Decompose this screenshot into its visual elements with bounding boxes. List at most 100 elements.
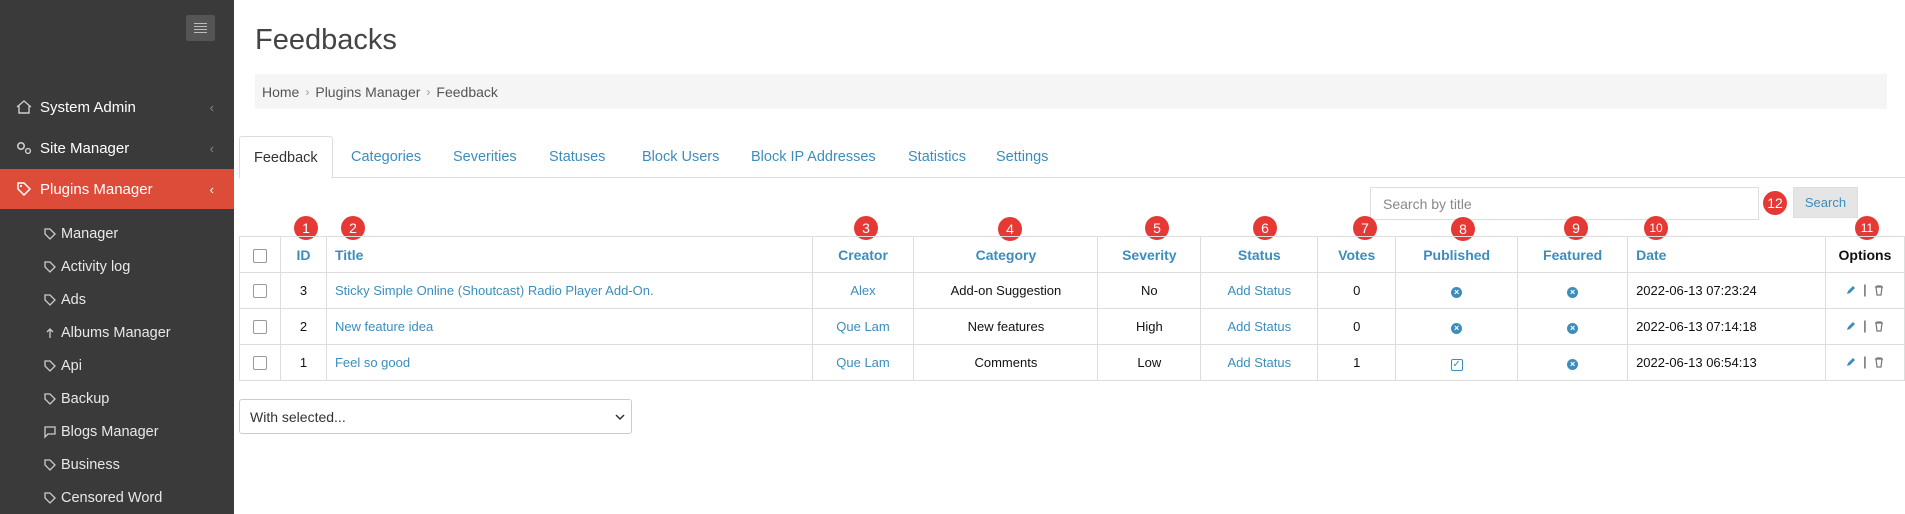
- row-select-cell: [239, 272, 281, 309]
- breadcrumb-plugins-manager[interactable]: Plugins Manager: [315, 84, 420, 100]
- breadcrumb-separator: ›: [426, 84, 431, 99]
- creator-link[interactable]: Que Lam: [836, 319, 889, 334]
- cell-published: ×: [1395, 308, 1519, 345]
- edit-icon[interactable]: [1845, 356, 1857, 368]
- sidebar-item-label: Plugins Manager: [40, 180, 153, 198]
- breadcrumb-home[interactable]: Home: [262, 84, 299, 100]
- column-header-title[interactable]: Title: [325, 236, 813, 273]
- column-header-published[interactable]: Published: [1395, 236, 1519, 273]
- sidebar-subitem-label: Backup: [61, 390, 110, 407]
- sidebar-item-plugins-manager[interactable]: Plugins Manager ‹: [0, 169, 234, 209]
- column-header-creator[interactable]: Creator: [811, 236, 915, 273]
- cell-date: 2022-06-13 07:23:24: [1627, 272, 1826, 309]
- breadcrumb-separator: ›: [305, 84, 310, 99]
- select-all-checkbox[interactable]: [252, 248, 267, 263]
- sidebar-subitem-blogs-manager[interactable]: Blogs Manager: [0, 415, 234, 448]
- feedback-title-link[interactable]: Feel so good: [335, 355, 410, 370]
- x-icon[interactable]: ×: [1567, 359, 1579, 370]
- tab-block-users[interactable]: Block Users: [642, 136, 719, 178]
- add-status-link[interactable]: Add Status: [1227, 319, 1291, 334]
- sidebar-subitem-backup[interactable]: Backup: [0, 382, 234, 415]
- tab-statuses[interactable]: Statuses: [549, 136, 605, 178]
- cell-featured: ×: [1517, 308, 1629, 345]
- x-icon[interactable]: ×: [1567, 287, 1579, 298]
- table-row: 3 Sticky Simple Online (Shoutcast) Radio…: [239, 272, 1905, 309]
- cell-votes: 1: [1317, 344, 1397, 381]
- tab-settings[interactable]: Settings: [996, 136, 1048, 178]
- edit-icon[interactable]: [1845, 284, 1857, 296]
- chevron-left-icon: ‹: [209, 140, 214, 156]
- cell-id: 1: [279, 344, 327, 381]
- sidebar-subitem-business[interactable]: Business: [0, 448, 234, 481]
- tag-icon: [44, 458, 56, 471]
- cell-featured: ×: [1517, 272, 1629, 309]
- tab-categories[interactable]: Categories: [351, 136, 421, 178]
- cell-title: New feature idea: [325, 308, 813, 345]
- cell-category: Comments: [913, 344, 1099, 381]
- cell-title: Feel so good: [325, 344, 813, 381]
- add-status-link[interactable]: Add Status: [1227, 283, 1291, 298]
- feedback-title-link[interactable]: New feature idea: [335, 319, 433, 334]
- table-row: 1 Feel so good Que Lam Comments Low Add …: [239, 344, 1905, 381]
- column-header-id[interactable]: ID: [279, 236, 327, 273]
- row-select-cell: [239, 344, 281, 381]
- column-header-date[interactable]: Date: [1627, 236, 1826, 273]
- column-header-featured[interactable]: Featured: [1517, 236, 1629, 273]
- bulk-action-value: With selected...: [250, 409, 346, 425]
- cell-status: Add Status: [1200, 344, 1319, 381]
- select-all-cell: [239, 236, 281, 273]
- check-icon[interactable]: ✓: [1450, 358, 1463, 371]
- x-icon[interactable]: ×: [1451, 323, 1463, 334]
- tab-feedback[interactable]: Feedback: [239, 136, 333, 179]
- sidebar-subitem-api[interactable]: Api: [0, 349, 234, 382]
- row-select-cell: [239, 308, 281, 345]
- tab-block-ip-addresses[interactable]: Block IP Addresses: [751, 136, 876, 178]
- sidebar-item-label: Site Manager: [40, 139, 130, 157]
- chevron-left-icon: ‹: [209, 181, 214, 197]
- trash-icon[interactable]: [1873, 320, 1885, 332]
- sidebar-subitem-manager[interactable]: Manager: [0, 217, 234, 250]
- sidebar-item-system-admin[interactable]: System Admin ‹: [0, 87, 234, 127]
- x-icon[interactable]: ×: [1451, 287, 1463, 298]
- sidebar-subitem-ads[interactable]: Ads: [0, 283, 234, 316]
- row-checkbox[interactable]: [252, 284, 267, 299]
- row-checkbox[interactable]: [252, 356, 267, 371]
- cell-featured: ×: [1517, 344, 1629, 381]
- cell-options: |: [1824, 308, 1905, 345]
- column-header-category[interactable]: Category: [913, 236, 1099, 273]
- column-header-status[interactable]: Status: [1200, 236, 1319, 273]
- sidebar-subitem-albums-manager[interactable]: Albums Manager: [0, 316, 234, 349]
- option-separator: |: [1863, 318, 1867, 334]
- tab-statistics[interactable]: Statistics: [908, 136, 966, 178]
- creator-link[interactable]: Que Lam: [836, 355, 889, 370]
- creator-link[interactable]: Alex: [850, 283, 875, 298]
- sidebar-subitem-label: Business: [61, 456, 120, 473]
- trash-icon[interactable]: [1873, 356, 1885, 368]
- cell-category: Add-on Suggestion: [913, 272, 1099, 309]
- tab-severities[interactable]: Severities: [453, 136, 517, 178]
- search-button[interactable]: Search: [1793, 187, 1858, 218]
- column-header-severity[interactable]: Severity: [1097, 236, 1202, 273]
- bulk-action-select[interactable]: With selected...: [239, 399, 632, 434]
- edit-icon[interactable]: [1845, 320, 1857, 332]
- gears-icon: [16, 141, 32, 155]
- cell-category: New features: [913, 308, 1099, 345]
- cell-votes: 0: [1317, 272, 1397, 309]
- search-input[interactable]: [1370, 187, 1759, 220]
- sidebar-subitem-censored-word[interactable]: Censored Word: [0, 481, 234, 514]
- sidebar: System Admin ‹ Site Manager ‹ Plugins Ma…: [0, 0, 234, 514]
- tag-icon: [44, 491, 56, 504]
- upload-icon: [46, 327, 54, 338]
- option-separator: |: [1863, 282, 1867, 298]
- row-checkbox[interactable]: [252, 320, 267, 335]
- sidebar-item-label: System Admin: [40, 98, 136, 116]
- column-header-votes[interactable]: Votes: [1317, 236, 1397, 273]
- sidebar-item-site-manager[interactable]: Site Manager ‹: [0, 128, 234, 168]
- menu-toggle-icon[interactable]: [186, 15, 215, 41]
- add-status-link[interactable]: Add Status: [1227, 355, 1291, 370]
- page-title: Feedbacks: [255, 24, 397, 56]
- trash-icon[interactable]: [1873, 284, 1885, 296]
- x-icon[interactable]: ×: [1567, 323, 1579, 334]
- feedback-title-link[interactable]: Sticky Simple Online (Shoutcast) Radio P…: [335, 283, 654, 298]
- sidebar-subitem-activity-log[interactable]: Activity log: [0, 250, 234, 283]
